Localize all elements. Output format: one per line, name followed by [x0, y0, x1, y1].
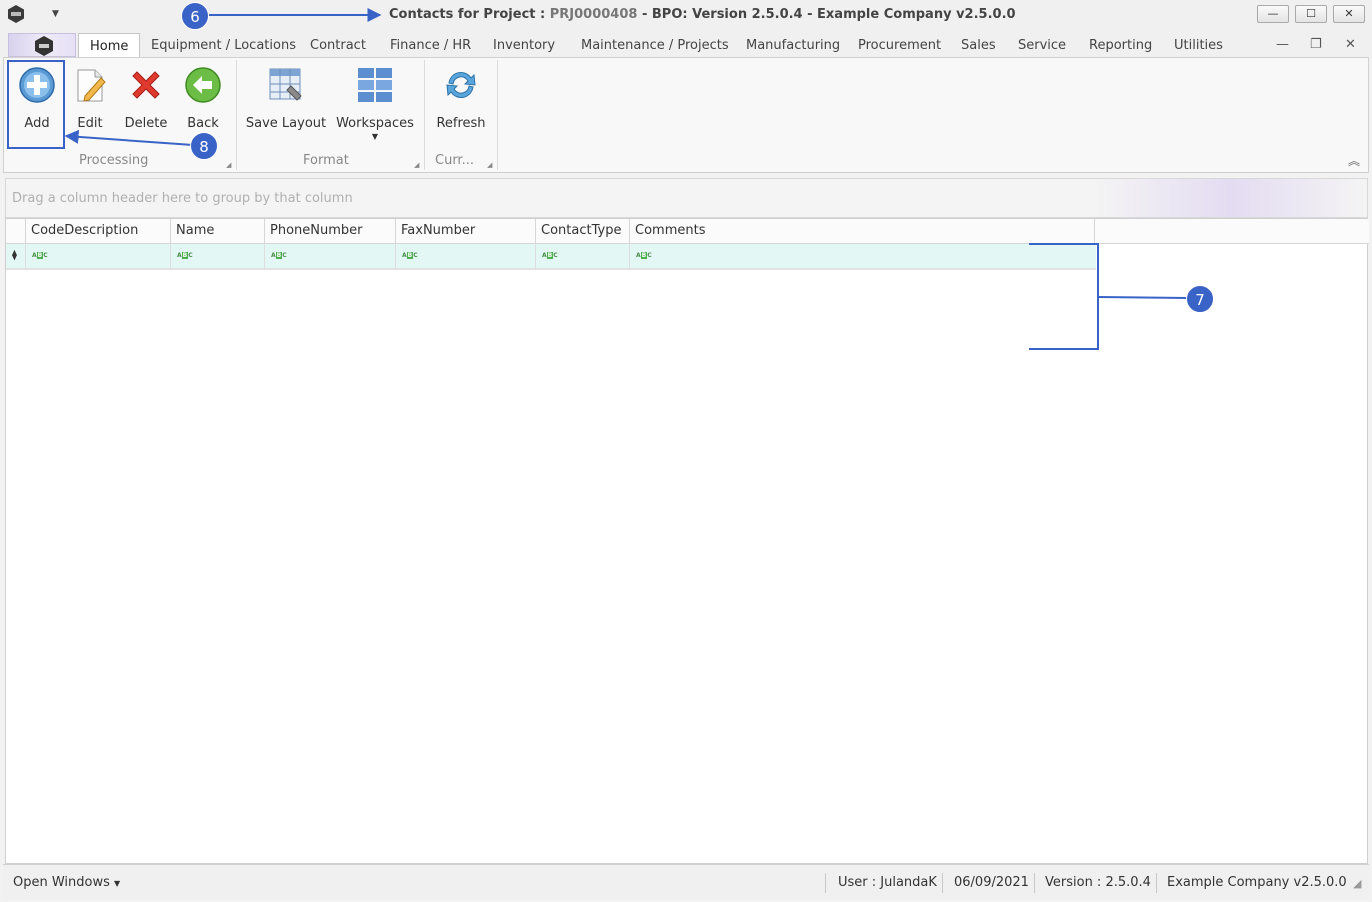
back-label: Back	[187, 116, 219, 131]
workspaces-dropdown-icon[interactable]: ▼	[335, 132, 415, 141]
status-separator	[1156, 873, 1157, 893]
title-project-code: PRJ0000408	[549, 7, 638, 22]
status-separator	[942, 873, 943, 893]
ribbon-tabs: Home Equipment / Locations Contract Fina…	[0, 30, 1372, 59]
refresh-button[interactable]: Refresh	[432, 62, 490, 150]
group-separator	[424, 60, 425, 170]
status-company: Example Company v2.5.0.0	[1167, 875, 1347, 890]
annotation-badge-6: 6	[181, 2, 209, 30]
title-prefix: Contacts for Project :	[389, 7, 550, 22]
processing-launcher-icon[interactable]: ◢	[226, 161, 231, 169]
tab-finance-hr[interactable]: Finance / HR	[390, 38, 471, 53]
filter-cell-contacttype[interactable]: ABC	[536, 244, 630, 270]
close-button[interactable]: ✕	[1333, 5, 1365, 23]
annotation-badge-7: 7	[1186, 285, 1214, 313]
text-filter-icon: ABC	[542, 252, 558, 259]
mdi-restore-icon[interactable]: ❐	[1310, 37, 1322, 52]
mdi-close-icon[interactable]: ✕	[1345, 37, 1356, 52]
tab-maintenance-projects[interactable]: Maintenance / Projects	[581, 38, 729, 53]
open-windows-button[interactable]: Open Windows ▼	[13, 875, 120, 890]
app-logo-icon[interactable]	[6, 4, 26, 24]
status-user: User : JulandaK	[838, 875, 937, 890]
save-layout-icon	[269, 68, 302, 101]
add-highlight-box	[7, 60, 65, 149]
title-suffix: - BPO: Version 2.5.0.4 - Example Company…	[637, 7, 1016, 22]
current-launcher-icon[interactable]: ◢	[487, 161, 492, 169]
delete-button[interactable]: Delete	[120, 62, 172, 150]
back-arrow-icon	[185, 67, 221, 103]
workspaces-icon	[358, 68, 392, 102]
annotation-badge-8: 8	[190, 132, 218, 160]
group-label-format: Format	[303, 153, 349, 168]
column-header-contacttype[interactable]: ContactType	[536, 219, 630, 244]
maximize-button[interactable]: ☐	[1295, 5, 1327, 23]
filter-cell-faxnumber[interactable]: ABC	[396, 244, 536, 270]
group-label-current: Curr...	[435, 153, 474, 168]
open-windows-dropdown-icon: ▼	[114, 879, 121, 888]
tab-service[interactable]: Service	[1018, 38, 1066, 53]
column-header-phonenumber[interactable]: PhoneNumber	[265, 219, 396, 244]
save-layout-label: Save Layout	[245, 116, 327, 131]
tab-utilities[interactable]: Utilities	[1174, 38, 1223, 53]
tab-reporting[interactable]: Reporting	[1089, 38, 1152, 53]
column-header-name[interactable]: Name	[171, 219, 265, 244]
filter-row-indicator: ⧫	[6, 244, 26, 270]
status-date: 06/09/2021	[954, 875, 1029, 890]
tab-procurement[interactable]: Procurement	[858, 38, 941, 53]
edit-button[interactable]: Edit	[67, 62, 113, 150]
contacts-grid: CodeDescription Name PhoneNumber FaxNumb…	[5, 218, 1369, 864]
filter-cell-codedescription[interactable]: ABC	[26, 244, 171, 270]
filter-pin-icon: ⧫	[12, 250, 17, 261]
text-filter-icon: ABC	[636, 252, 652, 259]
resize-grip-icon[interactable]: ◢	[1353, 877, 1361, 890]
tab-equipment-locations[interactable]: Equipment / Locations	[151, 38, 296, 53]
group-by-hint: Drag a column header here to group by th…	[12, 191, 353, 206]
format-launcher-icon[interactable]: ◢	[414, 161, 419, 169]
workspaces-label: Workspaces	[336, 116, 414, 131]
column-header-faxnumber[interactable]: FaxNumber	[396, 219, 536, 244]
group-label-processing: Processing	[79, 153, 149, 168]
text-filter-icon: ABC	[271, 252, 287, 259]
row-indicator-header	[6, 219, 26, 244]
delete-label: Delete	[124, 116, 168, 131]
auto-filter-row: ⧫ ABC ABC ABC ABC ABC ABC	[6, 244, 1096, 270]
collapse-ribbon-icon[interactable]: ︽	[1348, 152, 1360, 169]
status-separator	[825, 873, 826, 893]
app-menu-logo-icon	[35, 36, 53, 56]
tab-manufacturing[interactable]: Manufacturing	[746, 38, 840, 53]
column-header-codedescription[interactable]: CodeDescription	[26, 219, 171, 244]
open-windows-label: Open Windows	[13, 875, 110, 890]
tab-inventory[interactable]: Inventory	[493, 38, 555, 53]
filter-cell-name[interactable]: ABC	[171, 244, 265, 270]
group-separator	[236, 60, 237, 170]
quick-access-dropdown-icon[interactable]: ▼	[52, 9, 59, 19]
mdi-minimize-icon[interactable]: —	[1276, 37, 1289, 52]
refresh-icon	[446, 72, 476, 98]
save-layout-button[interactable]: Save Layout	[244, 62, 328, 150]
window-title: Contacts for Project : PRJ0000408 - BPO:…	[389, 7, 1016, 22]
minimize-button[interactable]: —	[1257, 5, 1289, 23]
group-separator	[497, 60, 498, 170]
tab-contract[interactable]: Contract	[310, 38, 366, 53]
delete-icon	[132, 71, 160, 99]
refresh-label: Refresh	[436, 116, 486, 131]
text-filter-icon: ABC	[32, 252, 48, 259]
group-by-panel[interactable]: Drag a column header here to group by th…	[5, 178, 1368, 218]
workspaces-button[interactable]: Workspaces ▼	[335, 62, 415, 150]
application-menu-button[interactable]	[8, 33, 76, 57]
column-header-comments[interactable]: Comments	[630, 219, 1095, 244]
edit-label: Edit	[77, 116, 103, 131]
status-bar: Open Windows ▼ User : JulandaK 06/09/202…	[3, 864, 1369, 900]
filter-cell-phonenumber[interactable]: ABC	[265, 244, 396, 270]
status-version: Version : 2.5.0.4	[1045, 875, 1151, 890]
text-filter-icon: ABC	[177, 252, 193, 259]
header-empty-area	[1095, 219, 1369, 244]
edit-icon	[77, 69, 106, 102]
tab-sales[interactable]: Sales	[961, 38, 996, 53]
text-filter-icon: ABC	[402, 252, 418, 259]
tab-home[interactable]: Home	[78, 33, 141, 59]
filter-cell-comments[interactable]: ABC	[630, 244, 1096, 270]
status-separator	[1034, 873, 1035, 893]
